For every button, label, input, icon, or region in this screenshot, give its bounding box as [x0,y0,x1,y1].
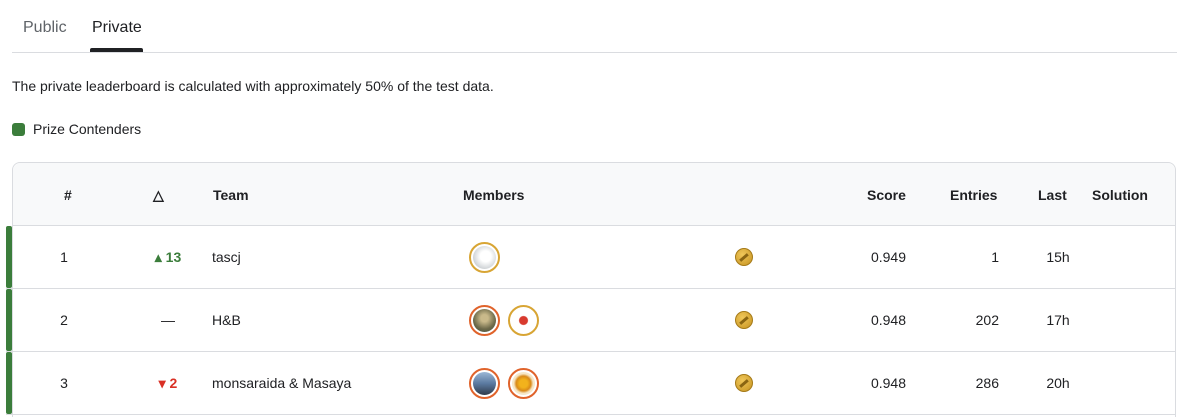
header-rank[interactable]: # [64,187,72,203]
prize-contender-bar [6,289,12,351]
table-row[interactable]: 2 — H&B 0.948 202 17h [6,289,1176,352]
header-entries[interactable]: Entries [950,187,997,203]
row-rank: 2 [60,312,68,328]
header-score[interactable]: Score [867,187,906,203]
row-score: 0.948 [870,312,906,328]
row-delta: ▾ 2 [158,375,178,391]
prize-legend-label: Prize Contenders [33,121,142,137]
gold-medal-icon [735,374,753,392]
header-team[interactable]: Team [213,187,249,203]
row-score: 0.948 [870,375,906,391]
prize-contender-bar [6,226,12,288]
row-last: 17h [1046,312,1070,328]
member-avatar-icon[interactable] [469,368,500,399]
member-avatar-icon[interactable] [469,242,500,273]
leaderboard-note: The private leaderboard is calculated wi… [12,78,494,94]
row-score: 0.949 [870,249,906,265]
row-team-name[interactable]: H&B [212,312,241,328]
prize-contender-bar [6,352,12,414]
row-entries: 202 [975,312,999,328]
header-delta[interactable]: △ [153,187,164,204]
row-entries: 1 [991,249,999,265]
row-team-name[interactable]: monsaraida & Masaya [212,375,351,391]
header-members: Members [463,187,525,203]
gold-medal-icon [735,248,753,266]
table-row[interactable]: 3 ▾ 2 monsaraida & Masaya 0.948 286 20h [6,352,1176,415]
leaderboard-tabs: Public Private [12,0,1177,53]
prize-contender-swatch [12,122,25,136]
row-rank: 1 [60,249,68,265]
row-last: 20h [1046,375,1070,391]
header-solution: Solution [1092,187,1148,203]
row-team-name[interactable]: tascj [212,249,241,265]
header-last[interactable]: Last [1038,187,1067,203]
row-last: 15h [1046,249,1070,265]
leaderboard-page: Public Private The private leaderboard i… [0,0,1200,417]
table-header: # △ Team Members Score Entries Last Solu… [13,163,1175,226]
leaderboard-table: # △ Team Members Score Entries Last Solu… [6,162,1176,417]
member-avatar-icon[interactable] [508,368,539,399]
row-delta: ▴ 13 [154,249,182,265]
member-avatar-icon[interactable] [469,305,500,336]
tab-public[interactable]: Public [23,19,67,37]
row-entries: 286 [975,375,999,391]
table-row[interactable]: 1 ▴ 13 tascj 0.949 1 15h [6,226,1176,289]
gold-medal-icon [735,311,753,329]
row-rank: 3 [60,375,68,391]
tab-private[interactable]: Private [92,19,142,37]
prize-legend: Prize Contenders [12,121,141,137]
row-delta: — [161,312,175,328]
liverpool-crest-avatar-icon[interactable] [508,305,539,336]
active-tab-indicator [90,48,143,52]
